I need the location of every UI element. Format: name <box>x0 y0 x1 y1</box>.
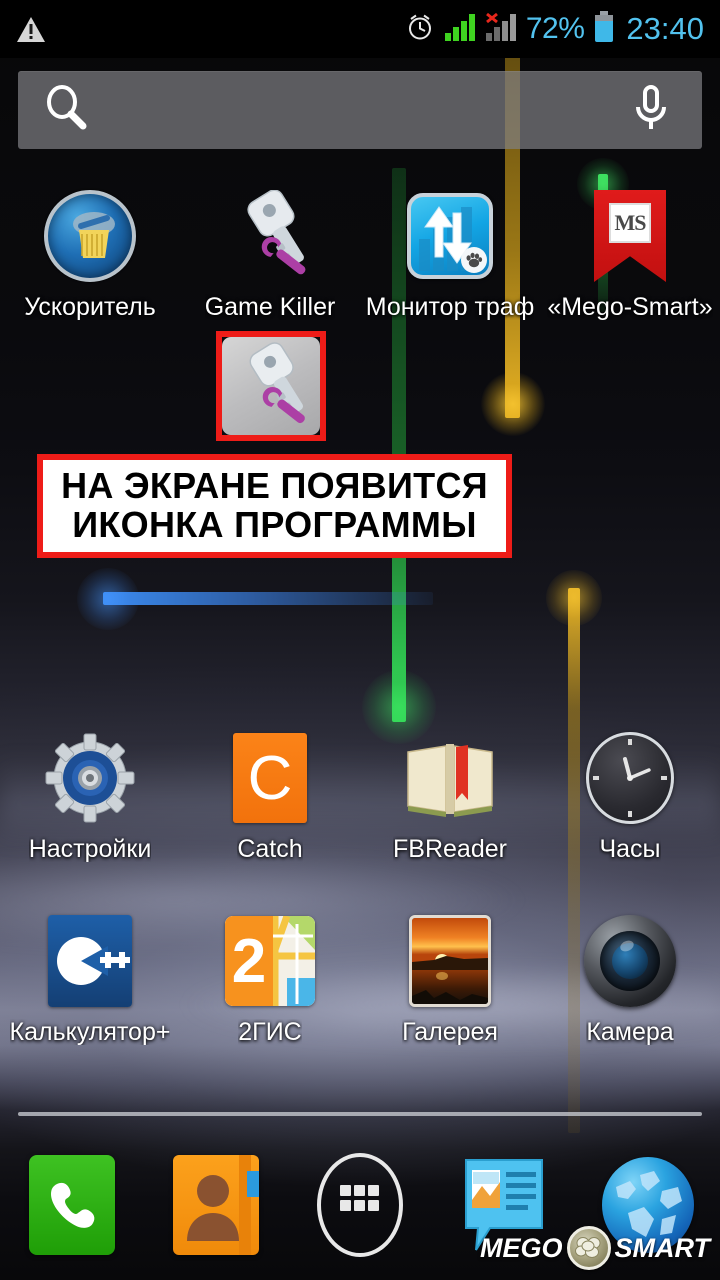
search-bar[interactable] <box>18 71 702 149</box>
mego-smart-watermark: MEGO SMART <box>470 1222 720 1274</box>
app-label: Catch <box>237 836 303 863</box>
home-row-3: Калькулятор+ 2 2ГИС Галерея Камера <box>0 913 720 1045</box>
brain-emblem-icon <box>566 1226 611 1270</box>
app-mego-smart[interactable]: MS «Mego-Smart» <box>540 188 720 320</box>
signal-bars-icon <box>444 12 476 47</box>
gear-icon[interactable] <box>42 730 138 826</box>
app-booster[interactable]: Ускоритель <box>0 188 180 320</box>
open-book-icon[interactable] <box>402 730 498 826</box>
app-label: «Mego-Smart» <box>547 294 713 321</box>
dock-item-app-drawer[interactable] <box>288 1153 432 1257</box>
app-settings[interactable]: Настройки <box>0 730 180 862</box>
app-label: FBReader <box>393 836 507 863</box>
traffic-monitor-icon[interactable] <box>402 188 498 284</box>
app-calculator[interactable]: Калькулятор+ <box>0 913 180 1045</box>
home-row-1: Ускоритель Game Killer Монитор траф MS «… <box>0 188 720 320</box>
app-2gis[interactable]: 2 2ГИС <box>180 913 360 1045</box>
gallery-photo-icon[interactable] <box>402 913 498 1009</box>
dock-divider <box>18 1112 702 1116</box>
watermark-left-text: MEGO <box>479 1232 563 1263</box>
dock-item-contacts[interactable] <box>144 1155 288 1255</box>
alarm-clock-icon <box>405 12 435 47</box>
app-label: Ускоритель <box>24 294 156 321</box>
app-label: Калькулятор+ <box>9 1019 171 1046</box>
highlight-box-game-killer-icon <box>216 331 326 441</box>
ribbon-ms-chip: MS <box>609 203 651 243</box>
booster-icon[interactable] <box>42 188 138 284</box>
battery-percent-label: 72% <box>525 12 585 45</box>
calculator-icon[interactable] <box>42 913 138 1009</box>
app-label: Game Killer <box>204 294 336 321</box>
app-gallery[interactable]: Галерея <box>360 913 540 1045</box>
dock-item-phone[interactable] <box>0 1155 144 1255</box>
app-fbreader[interactable]: FBReader <box>360 730 540 862</box>
annotation-line-2: ИКОНКА ПРОГРАММЫ <box>72 504 477 545</box>
app-label: Камера <box>586 1019 674 1046</box>
camera-lens-icon[interactable] <box>582 913 678 1009</box>
key-wrench-icon[interactable] <box>222 188 318 284</box>
microphone-icon[interactable] <box>630 83 672 138</box>
catch-icon[interactable]: C <box>222 730 318 826</box>
app-traffic-monitor[interactable]: Монитор траф <box>360 188 540 320</box>
status-bar-clock: 23:40 <box>626 11 704 46</box>
phone-icon[interactable] <box>29 1155 115 1255</box>
signal-bars-no-service-icon <box>485 12 517 47</box>
home-row-2: Настройки C Catch FBReader Часы <box>0 730 720 862</box>
wallpaper-light-streak-blue <box>77 568 433 630</box>
status-bar[interactable]: 72% 23:40 <box>0 0 720 58</box>
app-drawer-icon[interactable] <box>317 1153 403 1257</box>
annotation-banner: НА ЭКРАНЕ ПОЯВИТСЯ ИКОНКА ПРОГРАММЫ <box>37 454 512 558</box>
app-label: Часы <box>599 836 661 863</box>
app-clock[interactable]: Часы <box>540 730 720 862</box>
mego-smart-ribbon-icon[interactable]: MS <box>582 188 678 284</box>
2gis-map-icon[interactable]: 2 <box>222 913 318 1009</box>
watermark-right-text: SMART <box>614 1232 711 1263</box>
analog-clock-icon[interactable] <box>582 730 678 826</box>
search-input[interactable] <box>92 94 630 126</box>
app-game-killer[interactable]: Game Killer <box>180 188 360 320</box>
app-label: Настройки <box>28 836 152 863</box>
battery-icon <box>593 10 615 48</box>
svg-text:2: 2 <box>232 927 266 996</box>
app-label: 2ГИС <box>238 1019 302 1046</box>
app-camera[interactable]: Камера <box>540 913 720 1045</box>
app-label: Галерея <box>402 1019 498 1046</box>
highlighted-key-wrench-icon[interactable] <box>222 337 320 435</box>
app-catch[interactable]: C Catch <box>180 730 360 862</box>
annotation-line-1: НА ЭКРАНЕ ПОЯВИТСЯ <box>61 465 488 507</box>
app-label: Монитор траф <box>365 294 535 321</box>
search-icon[interactable] <box>42 83 92 138</box>
contacts-icon[interactable] <box>173 1155 259 1255</box>
warning-triangle-icon <box>16 16 46 43</box>
